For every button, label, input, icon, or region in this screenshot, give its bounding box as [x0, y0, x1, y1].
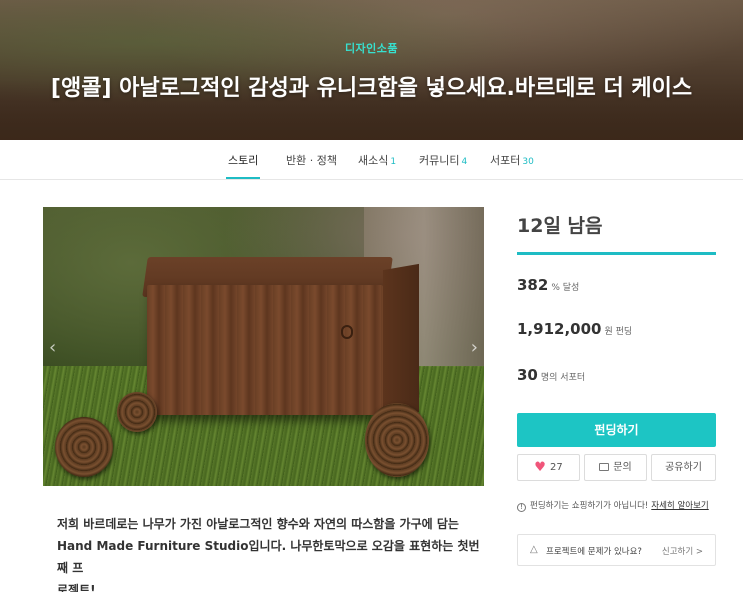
pinecone [365, 403, 429, 477]
tab-count: 1 [390, 157, 397, 167]
days-remaining: 12일 남음 [517, 215, 603, 237]
tab-story[interactable]: 스토리 [228, 152, 258, 168]
pinecone [55, 417, 113, 477]
share-label: 공유하기 [665, 462, 702, 473]
hero-banner: 디자인소품 [앵콜] 아날로그적인 감성과 유니크함을 넣으세요.바르데로 더 … [0, 0, 743, 140]
tab-community[interactable]: 커뮤니티 4 [419, 152, 467, 168]
like-button[interactable]: ♥ 27 [517, 454, 580, 481]
supporters-value: 30 [517, 366, 538, 384]
tab-label: 서포터 [490, 154, 521, 167]
intro-line: Hand Made Furniture Studio입니다. 나무한토막으로 오… [57, 539, 480, 575]
next-image-arrow-icon[interactable]: › [471, 337, 478, 358]
alert-icon: △ [530, 544, 538, 555]
tab-news[interactable]: 새소식 1 [358, 152, 396, 168]
percent-value: 382 [517, 276, 549, 294]
funding-percent: 382% 달성 [517, 276, 579, 294]
fund-button[interactable]: 펀딩하기 [517, 413, 716, 447]
learn-more-link[interactable]: 자세히 알아보기 [651, 501, 708, 511]
progress-bar [517, 252, 716, 255]
tab-label: 커뮤니티 [419, 154, 460, 167]
tab-refund-policy[interactable]: 반환 · 정책 [286, 152, 337, 168]
supporters-unit: 명의 서포터 [540, 373, 586, 383]
brand-logo-mark [341, 325, 353, 339]
supporter-count: 30 명의 서포터 [517, 366, 585, 384]
inquiry-button[interactable]: 문의 [584, 454, 647, 481]
project-main-image: ‹ › [43, 207, 484, 486]
wooden-case-body [147, 285, 383, 415]
category-label[interactable]: 디자인소품 [0, 40, 743, 56]
percent-unit: % 달성 [551, 283, 580, 293]
chat-icon [599, 463, 610, 471]
report-link[interactable]: 신고하기 > [662, 545, 703, 557]
amount-unit: 원 펀딩 [604, 327, 633, 337]
like-count: 27 [549, 462, 563, 473]
project-tabs: 스토리 반환 · 정책 새소식 1 커뮤니티 4 서포터 30 [0, 140, 743, 180]
tab-label: 반환 · 정책 [286, 154, 337, 167]
intro-line: 저희 바르데로는 나무가 가진 아날로그적인 향수와 자연의 따스함을 가구에 … [57, 517, 459, 531]
share-button[interactable]: 공유하기 [651, 454, 716, 481]
tab-label: 스토리 [228, 154, 259, 167]
info-icon: ! [517, 503, 526, 512]
tab-count: 30 [522, 157, 534, 167]
inquiry-label: 문의 [613, 462, 632, 473]
heart-icon: ♥ [534, 460, 546, 475]
notice-text: 펀딩하기는 쇼핑하기가 아닙니다! [530, 501, 649, 511]
funding-notice: ! 펀딩하기는 쇼핑하기가 아닙니다! 자세히 알아보기 [517, 499, 709, 512]
active-tab-indicator [226, 177, 260, 179]
project-intro-text: 저희 바르데로는 나무가 가진 아날로그적인 향수와 자연의 따스함을 가구에 … [57, 513, 487, 592]
amount-value: 1,912,000 [517, 320, 602, 338]
wooden-case-side [383, 263, 419, 419]
tab-supporters[interactable]: 서포터 30 [490, 152, 534, 168]
report-box: △ 프로젝트에 문제가 있나요? 신고하기 > [517, 534, 716, 566]
tab-label: 새소식 [358, 154, 389, 167]
funding-amount: 1,912,000 원 펀딩 [517, 320, 632, 338]
pinecone [117, 392, 157, 432]
prev-image-arrow-icon[interactable]: ‹ [49, 337, 56, 358]
intro-line: 로젝트! [57, 583, 96, 592]
report-question: 프로젝트에 문제가 있나요? [546, 547, 642, 557]
project-title: [앵콜] 아날로그적인 감성과 유니크함을 넣으세요.바르데로 더 케이스 [50, 76, 693, 101]
tab-count: 4 [461, 157, 468, 167]
